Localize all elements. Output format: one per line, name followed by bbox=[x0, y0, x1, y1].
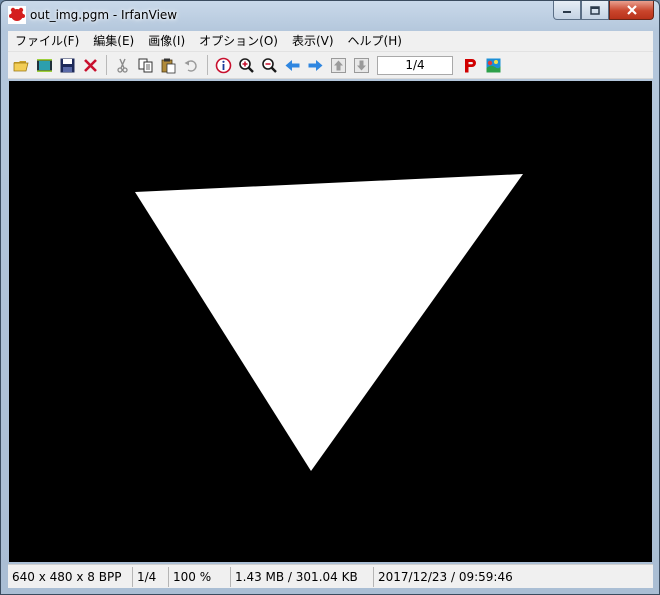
page-up-button[interactable] bbox=[327, 54, 350, 76]
menu-help[interactable]: ヘルプ(H) bbox=[341, 31, 409, 52]
next-icon bbox=[308, 59, 323, 71]
delete-icon bbox=[84, 58, 97, 72]
cut-icon bbox=[117, 58, 128, 73]
status-zoom: 100 % bbox=[169, 566, 231, 587]
maximize-button[interactable] bbox=[581, 1, 609, 20]
menu-file[interactable]: ファイル(F) bbox=[8, 31, 86, 52]
about-icon bbox=[486, 58, 501, 72]
save-icon bbox=[60, 58, 75, 72]
undo-icon bbox=[184, 59, 197, 72]
menu-bar: ファイル(F) 編集(E) 画像(I) オプション(O) 表示(V) ヘルプ(H… bbox=[8, 31, 653, 52]
paste-icon bbox=[161, 58, 176, 73]
about-button[interactable] bbox=[482, 54, 505, 76]
close-button[interactable] bbox=[609, 1, 654, 20]
page-up-icon bbox=[331, 57, 346, 73]
previous-button[interactable] bbox=[281, 54, 304, 76]
minimize-button[interactable] bbox=[553, 1, 581, 20]
close-icon bbox=[626, 5, 637, 15]
paste-button[interactable] bbox=[157, 54, 180, 76]
menu-edit[interactable]: 編集(E) bbox=[86, 31, 141, 52]
status-bar: 640 x 480 x 8 BPP 1/4 100 % 1.43 MB / 30… bbox=[8, 564, 653, 588]
page-indicator[interactable]: 1/4 bbox=[377, 55, 453, 75]
status-datetime: 2017/12/23 / 09:59:46 bbox=[378, 569, 513, 584]
toolbar-separator bbox=[207, 55, 208, 75]
minimize-icon bbox=[563, 11, 571, 13]
zoom-out-icon bbox=[262, 57, 277, 73]
title-bar[interactable]: out_img.pgm - IrfanView bbox=[1, 1, 659, 31]
page-down-icon bbox=[354, 57, 369, 73]
copy-icon bbox=[138, 58, 153, 72]
zoom-in-button[interactable] bbox=[235, 54, 258, 76]
toolbar: 1/4 bbox=[8, 52, 653, 79]
caption-buttons bbox=[553, 1, 654, 20]
slideshow-icon bbox=[37, 58, 52, 72]
zoom-out-button[interactable] bbox=[258, 54, 281, 76]
status-dimensions: 640 x 480 x 8 BPP bbox=[8, 566, 133, 587]
info-icon bbox=[215, 57, 232, 73]
print-button[interactable] bbox=[459, 54, 482, 76]
maximize-icon bbox=[590, 5, 600, 15]
page-down-button[interactable] bbox=[350, 54, 373, 76]
irfanview-window: out_img.pgm - IrfanView ファイル(F) 編集(E) 画像… bbox=[0, 0, 660, 595]
copy-button[interactable] bbox=[134, 54, 157, 76]
window-title: out_img.pgm - IrfanView bbox=[30, 8, 178, 22]
image-viewport[interactable] bbox=[9, 81, 652, 562]
status-file-size: 1.43 MB / 301.04 KB bbox=[231, 566, 374, 587]
undo-button[interactable] bbox=[180, 54, 203, 76]
menu-view[interactable]: 表示(V) bbox=[285, 31, 341, 52]
menu-image[interactable]: 画像(I) bbox=[141, 31, 192, 52]
print-icon bbox=[465, 58, 476, 72]
menu-options[interactable]: オプション(O) bbox=[192, 31, 285, 52]
displayed-image bbox=[9, 81, 652, 562]
status-page: 1/4 bbox=[133, 566, 169, 587]
toolbar-separator bbox=[106, 55, 107, 75]
slideshow-button[interactable] bbox=[33, 54, 56, 76]
zoom-in-icon bbox=[239, 57, 254, 73]
cut-button[interactable] bbox=[111, 54, 134, 76]
save-button[interactable] bbox=[56, 54, 79, 76]
open-button[interactable] bbox=[10, 54, 33, 76]
open-folder-icon bbox=[13, 60, 29, 71]
irfanview-app-icon[interactable] bbox=[8, 6, 26, 24]
info-button[interactable] bbox=[212, 54, 235, 76]
previous-icon bbox=[285, 59, 300, 71]
next-button[interactable] bbox=[304, 54, 327, 76]
delete-button[interactable] bbox=[79, 54, 102, 76]
